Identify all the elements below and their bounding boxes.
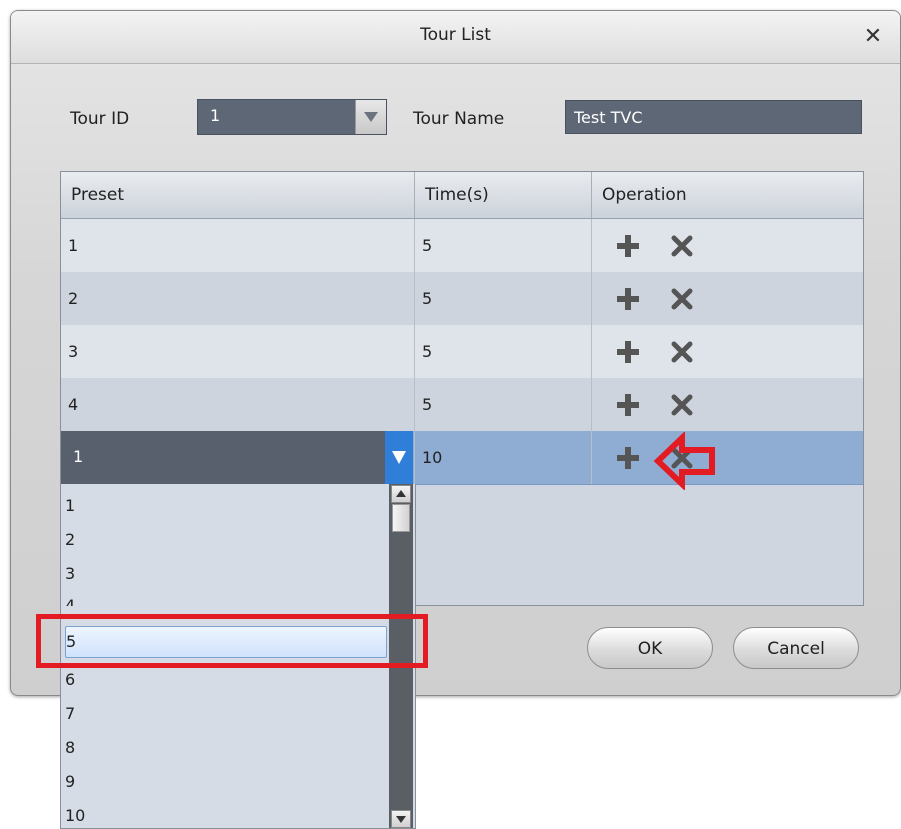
table-row[interactable]: 4 5 [61, 378, 863, 432]
plus-icon[interactable] [616, 446, 640, 470]
operation-cell [591, 325, 863, 378]
tour-name-label: Tour Name [413, 109, 505, 129]
time-cell[interactable]: 5 [414, 219, 591, 272]
dropdown-option[interactable]: 10 [65, 800, 387, 828]
table-header: Preset Time(s) Operation [61, 172, 863, 219]
ok-button[interactable]: OK [587, 627, 713, 669]
dropdown-option[interactable]: 6 [65, 664, 387, 696]
plus-icon[interactable] [616, 393, 640, 417]
operation-cell [591, 431, 863, 484]
plus-icon[interactable] [616, 340, 640, 364]
dropdown-option-highlighted[interactable]: 5 [65, 626, 387, 658]
header-time: Time(s) [414, 172, 591, 218]
operation-cell [591, 219, 863, 272]
preset-cell[interactable]: 4 [61, 378, 414, 431]
tour-name-input[interactable] [565, 100, 862, 134]
plus-icon[interactable] [616, 287, 640, 311]
time-cell[interactable]: 10 [414, 431, 591, 484]
preset-dropdown-list: 1 2 3 4 5 6 7 8 9 10 [60, 484, 416, 829]
preset-select[interactable]: 1 [61, 431, 413, 484]
dialog-title: Tour List [420, 25, 491, 45]
tour-id-label: Tour ID [70, 109, 130, 129]
plus-icon[interactable] [616, 234, 640, 258]
time-cell[interactable]: 5 [414, 272, 591, 325]
table-row[interactable]: 1 5 [61, 219, 863, 273]
dropdown-option[interactable]: 7 [65, 698, 387, 730]
time-cell[interactable]: 5 [414, 325, 591, 378]
operation-cell [591, 378, 863, 431]
close-icon[interactable] [670, 393, 694, 417]
tour-id-value: 1 [210, 106, 221, 125]
close-icon[interactable] [670, 234, 694, 258]
dialog-titlebar: Tour List ✕ [11, 11, 900, 64]
dropdown-option[interactable]: 9 [65, 766, 387, 798]
close-icon[interactable] [670, 287, 694, 311]
header-operation: Operation [591, 172, 863, 218]
scroll-down-icon[interactable] [391, 810, 411, 828]
dropdown-scrollbar[interactable] [389, 484, 413, 828]
header-preset: Preset [71, 185, 125, 205]
operation-cell [591, 272, 863, 325]
scroll-up-icon[interactable] [391, 485, 411, 503]
dropdown-option[interactable]: 3 [65, 558, 387, 590]
dropdown-option[interactable]: 4 [65, 590, 387, 606]
chevron-down-icon[interactable] [355, 100, 386, 134]
close-icon[interactable]: ✕ [860, 24, 886, 50]
preset-select-value: 1 [73, 447, 84, 466]
dropdown-option[interactable]: 2 [65, 524, 387, 556]
close-icon[interactable] [670, 340, 694, 364]
close-icon[interactable] [670, 446, 694, 470]
table-row[interactable]: 3 5 [61, 325, 863, 379]
preset-cell[interactable]: 1 [61, 219, 414, 272]
preset-cell[interactable]: 3 [61, 325, 414, 378]
table-row-selected[interactable]: 1 10 [61, 431, 863, 485]
tour-id-select[interactable]: 1 [197, 99, 387, 135]
preset-cell[interactable]: 2 [61, 272, 414, 325]
time-cell[interactable]: 5 [414, 378, 591, 431]
scrollbar-thumb[interactable] [392, 504, 410, 532]
dropdown-option[interactable]: 1 [65, 490, 387, 522]
cancel-button[interactable]: Cancel [733, 627, 859, 669]
dropdown-option[interactable]: 8 [65, 732, 387, 764]
chevron-down-icon[interactable] [385, 431, 413, 484]
table-row[interactable]: 2 5 [61, 272, 863, 326]
